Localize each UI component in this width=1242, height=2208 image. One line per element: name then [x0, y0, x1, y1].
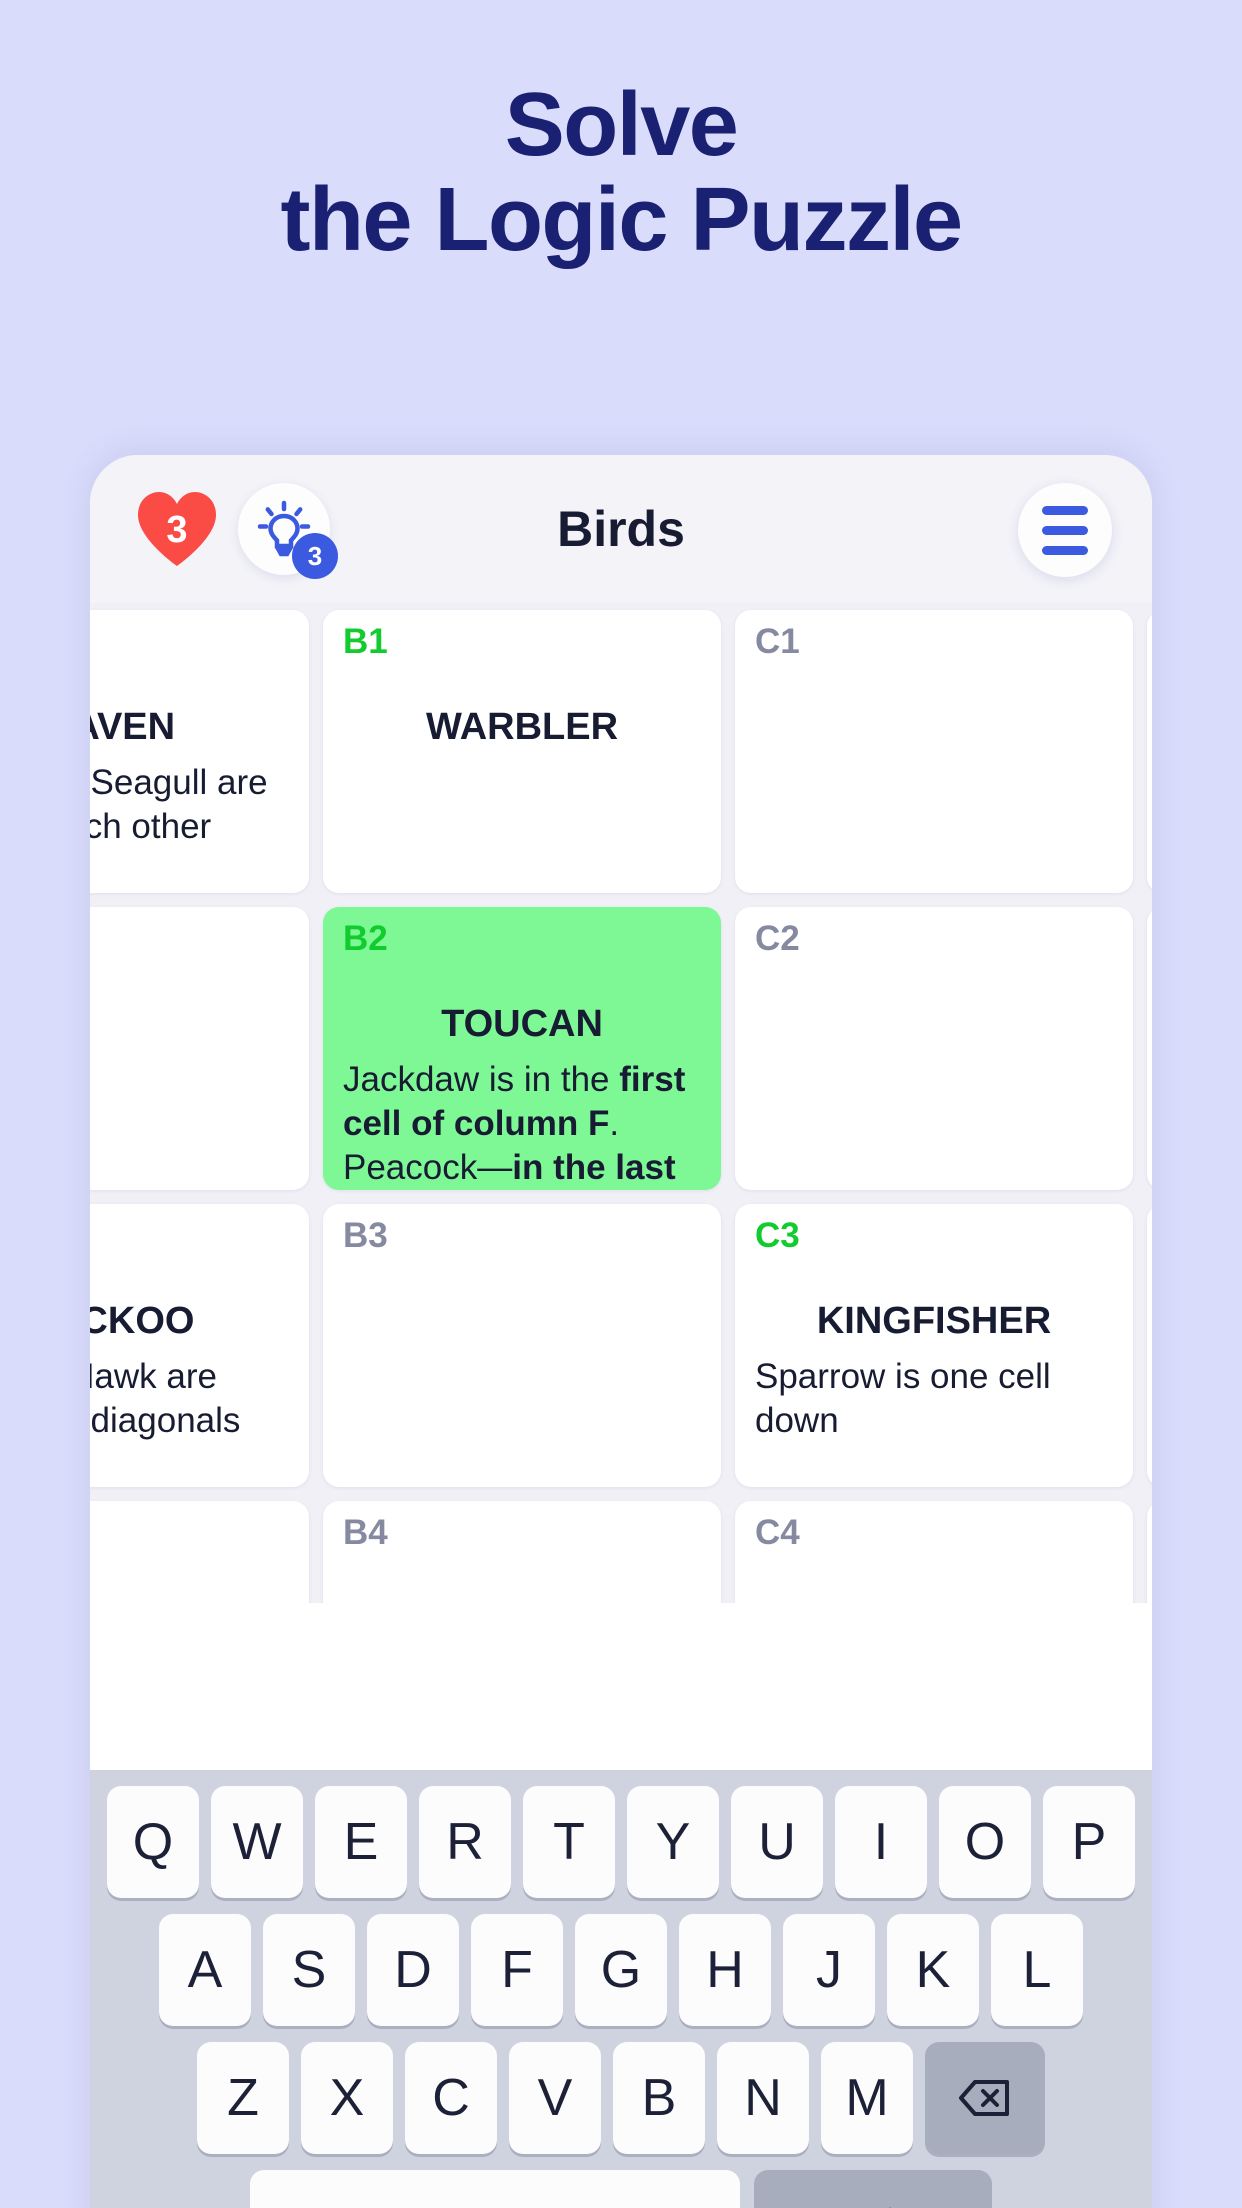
menu-bar-3 [1042, 545, 1088, 555]
grid-cell-label: B4 [343, 1513, 388, 1552]
key-q[interactable]: Q [107, 1786, 199, 1898]
grid-cell-label: B2 [343, 919, 388, 958]
grid-cell-d1[interactable]: D1 [1147, 610, 1152, 893]
key-p[interactable]: P [1043, 1786, 1135, 1898]
puzzle-grid: A1 RAVEN Crow and Seagull are next to each… [90, 603, 1152, 1603]
key-l[interactable]: L [991, 1914, 1083, 2026]
key-s[interactable]: S [263, 1914, 355, 2026]
keyboard-row-4 [98, 2170, 1144, 2208]
grid-cell-label: B3 [343, 1216, 388, 1255]
grid-cell-label: A4 [90, 1515, 289, 1550]
grid-cell-word: WARBLER [425, 706, 619, 748]
grid-cell-word: RAVEN [90, 706, 176, 748]
key-e[interactable]: E [315, 1786, 407, 1898]
lives-count: 3 [166, 508, 188, 551]
grid-cell-word: KINGFISHER [816, 1300, 1052, 1342]
promo-headline-line-2: the Logic Puzzle [280, 170, 963, 271]
grid-cell-word: TOUCAN [441, 1003, 603, 1045]
key-x[interactable]: X [301, 2042, 393, 2154]
grid-cell-content: CUCKOO Owl and Hawk are along two diagona… [90, 1300, 289, 1486]
grid-cell-label: C4 [755, 1513, 800, 1552]
hint-count-badge: 3 [292, 533, 338, 579]
grid-cell-d2[interactable]: D2 [1147, 907, 1152, 1190]
key-space[interactable] [250, 2170, 740, 2208]
grid-cell-clue: Jackdaw is in the first cell of column F… [343, 1060, 686, 1187]
hamburger-menu-icon[interactable] [1018, 483, 1112, 577]
grid-cell-content: TOUCAN Jackdaw is in the first cell of co… [343, 1003, 701, 1189]
key-o[interactable]: O [939, 1786, 1031, 1898]
grid-cell-d4[interactable]: D4 [1147, 1501, 1152, 1603]
grid-cell-label: C2 [755, 919, 800, 958]
key-c[interactable]: C [405, 2042, 497, 2154]
grid-cell-a4[interactable]: A4 [90, 1501, 309, 1603]
grid-cell-c1[interactable]: C1 [735, 610, 1133, 893]
on-screen-keyboard: QWERTYUIOP ASDFGHJKL ZXCVBNM [90, 1770, 1152, 2208]
key-u[interactable]: U [731, 1786, 823, 1898]
grid-cell-c3[interactable]: C3 KINGFISHER Sparrow is one cell down [735, 1204, 1133, 1487]
key-k[interactable]: K [887, 1914, 979, 2026]
key-enter[interactable] [754, 2170, 992, 2208]
key-a[interactable]: A [159, 1914, 251, 2026]
key-b[interactable]: B [613, 2042, 705, 2154]
grid-cell-a1[interactable]: A1 RAVEN Crow and Seagull are next to each… [90, 610, 309, 893]
backspace-icon [959, 2080, 1009, 2116]
grid-cell-label: A1 [90, 624, 289, 659]
key-z[interactable]: Z [197, 2042, 289, 2154]
key-h[interactable]: H [679, 1914, 771, 2026]
phone-mockup: 3 3 Birds VEN Seagull are ch other B1 WA… [90, 455, 1152, 2208]
key-n[interactable]: N [717, 2042, 809, 2154]
key-g[interactable]: G [575, 1914, 667, 2026]
grid-cell-label: C3 [755, 1216, 800, 1255]
grid-cell-content: RAVEN Crow and Seagull are next to each o… [90, 706, 289, 849]
grid-cell-label: A3 [90, 1218, 289, 1253]
menu-bar-1 [1042, 505, 1088, 515]
grid-cell-a3[interactable]: A3 CUCKOO Owl and Hawk are along two diago… [90, 1204, 309, 1487]
grid-cell-content: KINGFISHER Sparrow is one cell down [755, 1300, 1113, 1443]
key-backspace[interactable] [925, 2042, 1045, 2154]
key-v[interactable]: V [509, 2042, 601, 2154]
enter-return-icon [888, 2207, 892, 2208]
grid-cell-label: B1 [343, 622, 388, 661]
key-y[interactable]: Y [627, 1786, 719, 1898]
grid-cell-clue: Sparrow is one cell down [755, 1357, 1051, 1440]
key-f[interactable]: F [471, 1914, 563, 2026]
grid-cell-b1[interactable]: B1 WARBLER [323, 610, 721, 893]
grid-cell-clue: Owl and Hawk are along two diagonals fro… [90, 1357, 241, 1440]
lives-indicator: 3 [134, 489, 220, 569]
key-w[interactable]: W [211, 1786, 303, 1898]
key-d[interactable]: D [367, 1914, 459, 2026]
grid-cell-label: A2 [90, 921, 289, 956]
key-t[interactable]: T [523, 1786, 615, 1898]
grid-cell-b2[interactable]: B2 TOUCAN Jackdaw is in the first cell of … [323, 907, 721, 1190]
grid-cell-d3[interactable]: D3 [1147, 1204, 1152, 1487]
grid-cell-b4[interactable]: B4 [323, 1501, 721, 1603]
grid-cell-c2[interactable]: C2 [735, 907, 1133, 1190]
key-j[interactable]: J [783, 1914, 875, 2026]
keyboard-row-3: ZXCVBNM [98, 2042, 1144, 2154]
grid-cell-a2[interactable]: A2 [90, 907, 309, 1190]
app-bar: 3 3 Birds [90, 455, 1152, 603]
promo-headline: Solve the Logic Puzzle [0, 75, 1242, 271]
grid-cell-c4[interactable]: C4 [735, 1501, 1133, 1603]
key-m[interactable]: M [821, 2042, 913, 2154]
promo-headline-line-1: Solve [504, 75, 739, 175]
grid-cell-label: C1 [755, 622, 800, 661]
key-r[interactable]: R [419, 1786, 511, 1898]
menu-bar-2 [1042, 525, 1088, 535]
app-bar-left-controls: 3 3 [134, 483, 338, 579]
grid-cell-clue: Crow and Seagull are next to each other [90, 763, 268, 846]
keyboard-row-1: QWERTYUIOP [98, 1786, 1144, 1898]
grid-cell-content: WARBLER [343, 706, 701, 761]
keyboard-row-2: ASDFGHJKL [98, 1914, 1144, 2026]
grid-cell-b3[interactable]: B3 [323, 1204, 721, 1487]
grid-cell-word: CUCKOO [90, 1300, 195, 1342]
hint-button[interactable]: 3 [238, 483, 338, 579]
puzzle-grid-viewport[interactable]: A1 RAVEN Crow and Seagull are next to each… [90, 603, 1152, 1603]
key-i[interactable]: I [835, 1786, 927, 1898]
